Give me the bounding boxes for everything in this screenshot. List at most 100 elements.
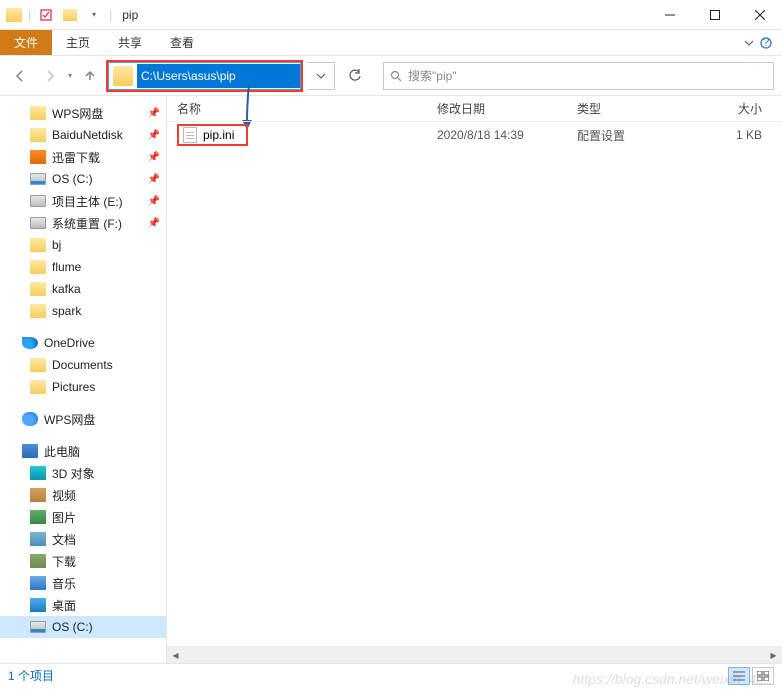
sidebar-item-label: 图片 bbox=[52, 509, 76, 526]
download-icon bbox=[30, 554, 46, 568]
sidebar-item-label: 下载 bbox=[52, 553, 76, 570]
image-icon bbox=[30, 510, 46, 524]
file-row[interactable]: pip.ini2020/8/18 14:39配置设置1 KB bbox=[167, 122, 782, 148]
sidebar-item[interactable]: OS (C:) 📌 bbox=[0, 168, 166, 190]
column-date[interactable]: 修改日期 bbox=[427, 100, 567, 117]
sidebar-item-label: WPS网盘 bbox=[52, 105, 103, 122]
maximize-button[interactable] bbox=[692, 0, 737, 30]
view-details-button[interactable] bbox=[728, 667, 750, 685]
qat-separator: | bbox=[28, 8, 31, 22]
desktop-icon bbox=[30, 598, 46, 612]
address-dropdown[interactable] bbox=[307, 62, 335, 90]
column-name[interactable]: 名称 bbox=[167, 100, 427, 117]
column-type[interactable]: 类型 bbox=[567, 100, 687, 117]
column-headers: 名称 修改日期 类型 大小 bbox=[167, 96, 782, 122]
titlebar: | ▾ | pip bbox=[0, 0, 782, 30]
help-icon[interactable]: ? bbox=[760, 37, 772, 49]
status-text: 1 个项目 bbox=[8, 667, 54, 684]
ini-file-icon bbox=[183, 127, 197, 143]
sidebar-item[interactable]: 3D 对象 bbox=[0, 462, 166, 484]
tab-share[interactable]: 共享 bbox=[104, 30, 156, 55]
sidebar-item-label: 视频 bbox=[52, 487, 76, 504]
sidebar-item[interactable]: 桌面 bbox=[0, 594, 166, 616]
sidebar-item-label: 3D 对象 bbox=[52, 465, 95, 482]
sidebar-item[interactable]: WPS网盘 bbox=[0, 408, 166, 430]
sidebar-item[interactable]: 图片 bbox=[0, 506, 166, 528]
sidebar-item-label: 此电脑 bbox=[44, 443, 80, 460]
sidebar-item[interactable]: spark bbox=[0, 300, 166, 322]
sidebar-item-label: 项目主体 (E:) bbox=[52, 193, 123, 210]
sidebar-item-label: flume bbox=[52, 260, 81, 274]
back-button[interactable] bbox=[8, 64, 32, 88]
sidebar-item[interactable]: 此电脑 bbox=[0, 440, 166, 462]
scroll-left-button[interactable]: ◂ bbox=[167, 647, 184, 664]
sidebar-item[interactable]: OS (C:) bbox=[0, 616, 166, 638]
search-input[interactable] bbox=[408, 69, 767, 83]
view-switcher bbox=[728, 667, 774, 685]
refresh-button[interactable] bbox=[341, 62, 369, 90]
sidebar-item-label: OS (C:) bbox=[52, 172, 93, 186]
sidebar-item[interactable]: OneDrive bbox=[0, 332, 166, 354]
content-pane: 名称 修改日期 类型 大小 pip.ini2020/8/18 14:39配置设置… bbox=[167, 96, 782, 663]
sidebar-item[interactable]: kafka bbox=[0, 278, 166, 300]
file-date: 2020/8/18 14:39 bbox=[427, 128, 567, 142]
search-icon bbox=[390, 70, 402, 82]
search-box[interactable] bbox=[383, 62, 774, 90]
sidebar-item-label: OS (C:) bbox=[52, 620, 93, 634]
sidebar-item-label: 迅雷下载 bbox=[52, 149, 100, 166]
sidebar-item[interactable]: 项目主体 (E:) 📌 bbox=[0, 190, 166, 212]
sidebar-item[interactable]: 系统重置 (F:)📌 bbox=[0, 212, 166, 234]
address-input[interactable] bbox=[137, 64, 300, 88]
sidebar-item[interactable]: WPS网盘📌 bbox=[0, 102, 166, 124]
minimize-button[interactable] bbox=[647, 0, 692, 30]
sidebar-item[interactable]: 音乐 bbox=[0, 572, 166, 594]
file-name-highlighted: pip.ini bbox=[177, 124, 248, 146]
pin-icon: 📌 bbox=[148, 196, 160, 207]
navigation-pane[interactable]: WPS网盘📌BaiduNetdisk📌迅雷下载📌OS (C:)📌项目主体 (E:… bbox=[0, 96, 166, 663]
file-size: 1 KB bbox=[687, 128, 782, 142]
pin-icon: 📌 bbox=[148, 174, 160, 185]
up-button[interactable] bbox=[78, 64, 102, 88]
pin-icon: 📌 bbox=[148, 130, 160, 141]
tab-view[interactable]: 查看 bbox=[156, 30, 208, 55]
view-icons-button[interactable] bbox=[752, 667, 774, 685]
qat-newfolder-icon[interactable] bbox=[61, 6, 79, 24]
horizontal-scrollbar[interactable]: ◂ ▸ bbox=[167, 646, 782, 663]
window-title: pip bbox=[122, 8, 138, 22]
qat-properties-icon[interactable] bbox=[37, 6, 55, 24]
sidebar-item-label: 音乐 bbox=[52, 575, 76, 592]
explorer-body: WPS网盘📌BaiduNetdisk📌迅雷下载📌OS (C:)📌项目主体 (E:… bbox=[0, 96, 782, 663]
sidebar-item[interactable]: 迅雷下载 📌 bbox=[0, 146, 166, 168]
refresh-icon bbox=[348, 69, 362, 83]
sidebar-item-label: 文档 bbox=[52, 531, 76, 548]
sidebar-item-label: Documents bbox=[52, 358, 113, 372]
sidebar-item-label: WPS网盘 bbox=[44, 411, 95, 428]
doc-icon bbox=[30, 532, 46, 546]
folder-icon bbox=[30, 260, 46, 274]
sidebar-item[interactable]: bj bbox=[0, 234, 166, 256]
forward-button[interactable] bbox=[38, 64, 62, 88]
ribbon-expand[interactable]: ? bbox=[734, 30, 782, 55]
sidebar-item[interactable]: 文档 bbox=[0, 528, 166, 550]
history-dropdown[interactable]: ▾ bbox=[68, 71, 72, 80]
file-list[interactable]: pip.ini2020/8/18 14:39配置设置1 KB bbox=[167, 122, 782, 646]
sidebar-item-label: kafka bbox=[52, 282, 81, 296]
sidebar-item[interactable]: Pictures bbox=[0, 376, 166, 398]
address-folder-icon bbox=[113, 66, 133, 86]
tab-file[interactable]: 文件 bbox=[0, 30, 52, 55]
scroll-right-button[interactable]: ▸ bbox=[765, 647, 782, 664]
close-button[interactable] bbox=[737, 0, 782, 30]
disk-icon bbox=[30, 173, 46, 185]
address-bar[interactable] bbox=[108, 62, 301, 90]
sidebar-item[interactable]: 下载 bbox=[0, 550, 166, 572]
tab-home[interactable]: 主页 bbox=[52, 30, 104, 55]
column-size[interactable]: 大小 bbox=[687, 100, 782, 117]
chevron-down-icon bbox=[744, 38, 754, 48]
sidebar-item[interactable]: 视频 bbox=[0, 484, 166, 506]
qat-dropdown-icon[interactable]: ▾ bbox=[85, 6, 103, 24]
pin-icon: 📌 bbox=[148, 152, 160, 163]
sidebar-item[interactable]: Documents bbox=[0, 354, 166, 376]
sidebar-item[interactable]: BaiduNetdisk📌 bbox=[0, 124, 166, 146]
sidebar-item-label: Pictures bbox=[52, 380, 95, 394]
sidebar-item[interactable]: flume bbox=[0, 256, 166, 278]
